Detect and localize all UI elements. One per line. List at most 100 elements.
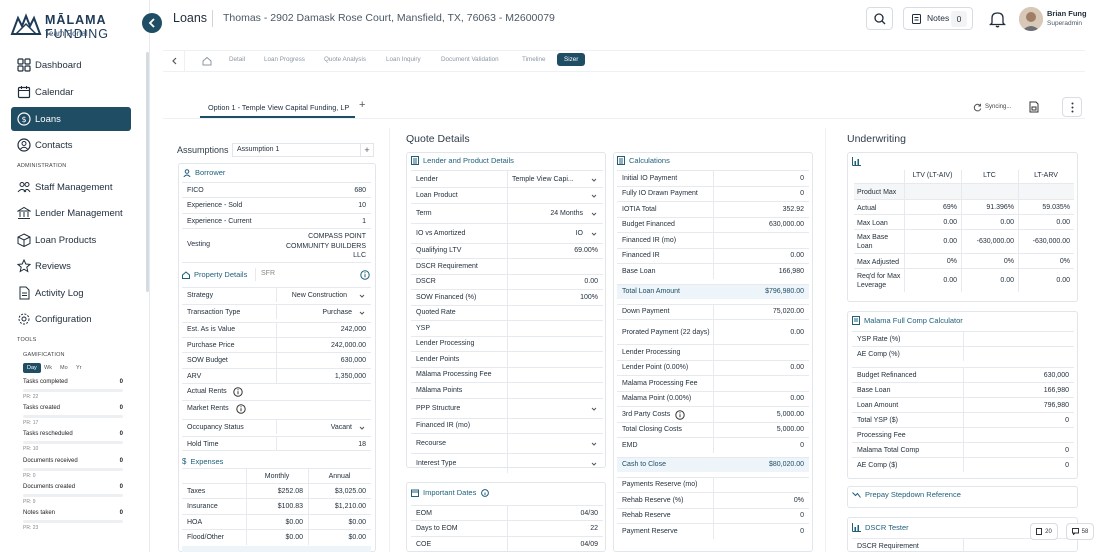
calc-value[interactable]: 166,980 <box>779 268 804 275</box>
sidebar-item-reviews[interactable]: Reviews <box>11 254 131 278</box>
sidebar-item-staff-management[interactable]: Staff Management <box>11 175 131 199</box>
save-document-icon[interactable] <box>1029 101 1039 113</box>
fico-input[interactable]: 680 <box>354 187 366 194</box>
arv-input[interactable]: 1,350,000 <box>335 373 366 380</box>
hoa-annual-input[interactable]: $0.00 <box>348 519 366 526</box>
calc-value[interactable]: 630,000.00 <box>769 221 804 228</box>
sidebar-item-loan-products[interactable]: Loan Products <box>11 228 131 252</box>
back-button[interactable] <box>163 50 185 72</box>
sidebar-item-label: Loans <box>35 113 61 125</box>
purchase-price-input[interactable]: 242,000.00 <box>331 342 366 349</box>
home-icon[interactable] <box>202 56 212 66</box>
collapse-sidebar-button[interactable] <box>142 13 162 33</box>
strategy-select[interactable]: New Construction <box>292 292 347 299</box>
info-icon[interactable] <box>233 387 243 397</box>
calc-value[interactable]: 0 <box>800 190 804 197</box>
sow-budget-input[interactable]: 630,000 <box>341 357 366 364</box>
calc-value[interactable]: 0 <box>800 442 804 449</box>
property-type-select[interactable]: SFR <box>255 268 355 281</box>
calc-value[interactable]: 0.00 <box>790 252 804 259</box>
calc-value[interactable]: 75,020.00 <box>773 308 804 315</box>
calc-value[interactable]: 0 <box>800 528 804 535</box>
experience-sold-input[interactable]: 10 <box>358 202 366 209</box>
calc-value[interactable]: 5,000.00 <box>777 426 804 433</box>
transaction-select[interactable]: Purchase <box>322 309 352 316</box>
occupancy-select[interactable]: Vacant <box>331 424 352 431</box>
tab-detail[interactable]: Detail <box>229 56 245 63</box>
comp-row: AE Comp (%) <box>852 346 1074 361</box>
hoa-monthly-input[interactable]: $0.00 <box>285 519 303 526</box>
lender-value[interactable]: 100% <box>580 294 598 301</box>
coe-date-input[interactable]: 04/09 <box>580 541 598 548</box>
lender-select[interactable]: 24 Months <box>550 210 583 217</box>
tab-loan-inquiry[interactable]: Loan Inquiry <box>386 56 421 63</box>
calc-value[interactable]: 0.00 <box>790 329 804 336</box>
sidebar-item-configuration[interactable]: Configuration <box>11 307 131 331</box>
chevron-down-icon[interactable] <box>591 231 597 237</box>
chevron-down-icon[interactable] <box>591 441 597 447</box>
period-week-chip[interactable]: Wk <box>40 363 56 373</box>
info-icon[interactable] <box>360 270 370 280</box>
lender-value[interactable]: 0.00 <box>584 278 598 285</box>
taxes-monthly-input[interactable]: $252.08 <box>278 488 303 495</box>
add-option-button[interactable]: + <box>359 99 365 111</box>
flood-monthly-input[interactable]: $0.00 <box>285 534 303 541</box>
hold-time-input[interactable]: 18 <box>358 441 366 448</box>
tab-loan-progress[interactable]: Loan Progress <box>264 56 305 63</box>
chevron-down-icon[interactable] <box>591 406 597 412</box>
period-day-chip[interactable]: Day <box>23 363 41 373</box>
float-docs-button[interactable]: 20 <box>1030 523 1058 540</box>
calc-value[interactable]: 0 <box>800 175 804 182</box>
sidebar-item-contacts[interactable]: Contacts <box>11 133 131 157</box>
avatar[interactable] <box>1019 7 1043 31</box>
tab-timeline[interactable]: Timeline <box>522 56 546 63</box>
calc-value[interactable]: 352.92 <box>783 206 804 213</box>
sidebar-item-calendar[interactable]: Calendar <box>11 80 131 104</box>
experience-current-input[interactable]: 1 <box>362 218 366 225</box>
sidebar-item-dashboard[interactable]: Dashboard <box>11 53 131 77</box>
chevron-down-icon[interactable] <box>591 211 597 217</box>
flood-annual-input[interactable]: $0.00 <box>348 534 366 541</box>
calc-value[interactable]: 0.00 <box>790 364 804 371</box>
calc-value[interactable]: 0 <box>800 512 804 519</box>
tab-sizer[interactable]: Sizer <box>557 53 586 66</box>
assumption-select[interactable]: Assumption 1 <box>232 143 360 157</box>
chevron-down-icon[interactable] <box>359 310 365 316</box>
info-icon[interactable] <box>481 488 490 497</box>
prepay-section-header[interactable]: Prepay Stepdown Reference <box>852 490 961 499</box>
chevron-down-icon[interactable] <box>359 293 365 299</box>
calc-value[interactable]: 5,000.00 <box>777 411 804 418</box>
calc-value[interactable]: 0.00 <box>790 395 804 402</box>
tab-quote-analysis[interactable]: Quote Analysis <box>324 56 366 63</box>
lender-select[interactable]: IO <box>576 230 583 237</box>
chevron-down-icon[interactable] <box>591 177 597 183</box>
bell-icon[interactable] <box>989 10 1006 28</box>
info-icon[interactable] <box>675 409 685 420</box>
lender-value[interactable]: 69.00% <box>574 247 598 254</box>
tab-document-validation[interactable]: Document Validation <box>441 56 499 63</box>
insurance-monthly-input[interactable]: $100.83 <box>278 503 303 510</box>
period-month-chip[interactable]: Mo <box>56 363 72 373</box>
search-button[interactable] <box>866 7 893 30</box>
insurance-annual-input[interactable]: $1,210.00 <box>335 503 366 510</box>
chevron-down-icon[interactable] <box>591 461 597 467</box>
add-assumption-button[interactable]: + <box>360 143 374 157</box>
sidebar-item-activity-log[interactable]: Activity Log <box>11 281 131 305</box>
info-icon[interactable] <box>236 404 246 415</box>
lender-select[interactable]: Temple View Capi... <box>512 176 598 183</box>
vesting-value[interactable]: COMPASS POINT COMMUNITY BUILDERS LLC <box>286 232 366 261</box>
as-is-value-input[interactable]: 242,000 <box>341 326 366 333</box>
sidebar-item-lender-management[interactable]: Lender Management <box>11 201 131 225</box>
more-options-button[interactable] <box>1062 97 1082 117</box>
float-chat-button[interactable]: 58 <box>1066 523 1094 540</box>
chevron-down-icon[interactable] <box>359 425 365 431</box>
chevron-down-icon[interactable] <box>591 193 597 199</box>
period-year-chip[interactable]: Yr <box>72 363 86 373</box>
breadcrumb-section[interactable]: Loans <box>173 11 207 25</box>
sidebar-scrollbar[interactable] <box>146 52 149 292</box>
calc-value[interactable]: 0% <box>794 497 804 504</box>
sidebar-item-loans[interactable]: $ Loans <box>11 107 131 131</box>
taxes-annual-input[interactable]: $3,025.00 <box>335 488 366 495</box>
tab-option-1[interactable]: Option 1 - Temple View Capital Funding, … <box>208 103 349 112</box>
lender-row: Qualifying LTV 69.00% <box>411 242 603 258</box>
